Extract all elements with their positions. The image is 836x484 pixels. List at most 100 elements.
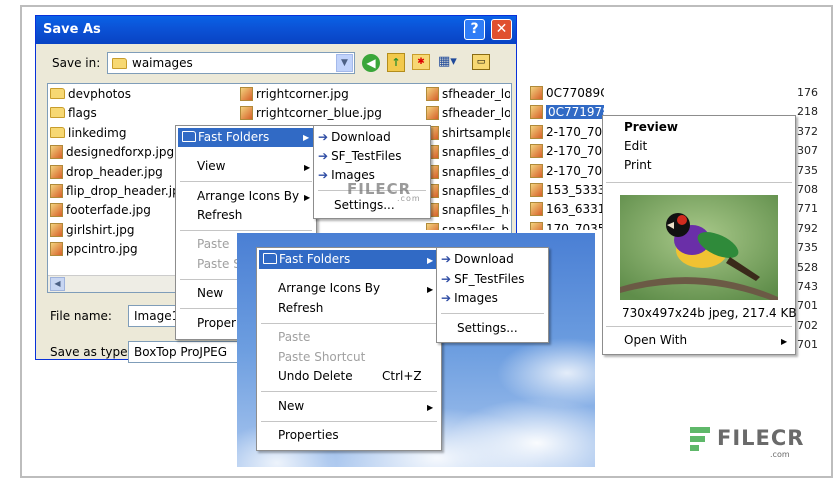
file-list-item[interactable]: snapfiles_he (426, 201, 510, 219)
new-folder-icon[interactable]: ✱ (412, 54, 430, 70)
file-list-item[interactable]: flags (50, 104, 97, 122)
file-list-item[interactable]: devphotos (50, 85, 131, 103)
save-in-label: Save in: (52, 56, 101, 70)
image-file-icon (426, 222, 439, 230)
sub1-sf-testfiles[interactable]: ➔ SF_TestFiles (318, 147, 402, 166)
menu1-properties[interactable]: Proper (197, 314, 236, 333)
file-list-item[interactable]: snapfiles_de (426, 163, 510, 181)
file-list-item[interactable]: designedforxp.jpg (50, 143, 174, 161)
file-list-item[interactable]: sfheader_lo (426, 85, 510, 103)
file-list-item[interactable]: snapfiles_de (426, 182, 510, 200)
sub2-images[interactable]: ➔ Images (441, 289, 498, 308)
menu1-view[interactable]: View (197, 157, 225, 176)
file-list-item[interactable]: drop_header.jpg (50, 163, 163, 181)
file-list-item[interactable]: snapfiles_de (426, 143, 510, 161)
dialog-title-bar[interactable]: Save As ? ✕ (36, 16, 516, 44)
back-icon[interactable]: ◀ (362, 54, 380, 72)
menu2-refresh[interactable]: Refresh (278, 299, 323, 318)
explorer-file-item[interactable]: 170_7035 (530, 220, 604, 230)
file-name: rrightcorner_blue.jpg (256, 106, 382, 121)
file-name: snapfiles_b (442, 222, 509, 230)
file-list-item[interactable]: ppcintro.jpg (50, 240, 138, 258)
menu2-fast-folders[interactable]: Fast Folders (259, 250, 439, 269)
file-size: 176 (797, 86, 818, 99)
file-list-item[interactable]: shirtsample. (426, 124, 510, 142)
menu2-undo-delete[interactable]: Undo Delete (278, 367, 353, 386)
menu-separator (261, 421, 437, 422)
menu2-new[interactable]: New (278, 397, 304, 416)
chevron-down-icon[interactable]: ▼ (336, 54, 353, 72)
preview-menu-print[interactable]: Print (624, 156, 652, 175)
explorer-file-item[interactable]: 2-170_703 (530, 162, 604, 181)
menu2-properties[interactable]: Properties (278, 426, 339, 445)
file-name: drop_header.jpg (66, 164, 163, 179)
sub1-download[interactable]: ➔ Download (318, 128, 391, 147)
file-name: sfheader_lo (442, 87, 510, 101)
help-button[interactable]: ? (464, 19, 485, 40)
file-name: 0C77089C.jpg (546, 86, 604, 100)
menu1-arrange[interactable]: Arrange Icons By (197, 187, 299, 206)
menu2-arrange[interactable]: Arrange Icons By (278, 279, 380, 298)
file-size: 708 (797, 183, 818, 196)
explorer-file-item[interactable]: 153_5333 (530, 181, 604, 200)
menu2-paste: Paste (278, 330, 311, 344)
file-list-item[interactable]: flip_drop_header.jpg (50, 182, 187, 200)
tools-folder-icon[interactable]: ▭ (472, 54, 490, 70)
menu-separator (606, 326, 792, 327)
arrow-right-icon: ➔ (318, 130, 329, 144)
file-list-item[interactable]: sfheader_lo (426, 104, 510, 122)
file-name: 0C771978.jpg (546, 105, 604, 120)
file-list-item[interactable]: linkedimg (50, 124, 126, 142)
menu1-new[interactable]: New (197, 284, 223, 303)
folder-icon (112, 58, 127, 69)
file-size: 701 (797, 338, 818, 352)
up-folder-icon[interactable]: ↑ (387, 53, 405, 72)
file-name: rrightcorner.jpg (256, 87, 349, 101)
submenu-arrow-icon: ▶ (304, 193, 311, 202)
explorer-file-item[interactable]: 0C771978.jpg (530, 103, 604, 122)
sub2-images-label: Images (454, 291, 498, 305)
preview-menu-edit[interactable]: Edit (624, 137, 647, 156)
preview-menu-preview[interactable]: Preview (624, 118, 678, 137)
close-button[interactable]: ✕ (491, 19, 512, 40)
file-name-input[interactable]: Image1 (128, 305, 180, 327)
explorer-file-item[interactable]: 2-170_701 (530, 123, 604, 142)
menu-separator (606, 182, 792, 183)
preview-menu-open-with[interactable]: Open With (624, 331, 687, 350)
folder-icon (50, 88, 65, 99)
file-list-item[interactable]: rrightcorner.jpg (240, 85, 349, 103)
menu1-refresh[interactable]: Refresh (197, 206, 242, 225)
folder-icon (50, 126, 65, 138)
arrow-right-icon: ➔ (441, 252, 452, 266)
scroll-left-icon[interactable]: ◀ (50, 277, 65, 291)
explorer-file-item[interactable]: 2-170_702 (530, 142, 604, 161)
explorer-file-item[interactable]: 163_6331 (530, 200, 604, 219)
sub1-settings[interactable]: Settings... (334, 196, 395, 215)
file-size: 735 (797, 241, 818, 255)
sub2-sf-testfiles[interactable]: ➔ SF_TestFiles (441, 270, 525, 289)
horizontal-scrollbar[interactable]: ◀ (48, 275, 178, 292)
file-list-item[interactable]: girlshirt.jpg (50, 221, 134, 239)
views-menu-icon[interactable]: ▦▾ (438, 54, 464, 70)
watermark-suffix: .com (770, 450, 790, 459)
image-file-icon (50, 242, 63, 257)
submenu-arrow-icon: ▶ (427, 403, 434, 412)
explorer-file-item[interactable]: 0C77089C.jpg (530, 84, 604, 103)
image-file-icon (50, 203, 63, 218)
sub2-download[interactable]: ➔ Download (441, 250, 514, 269)
watermark-brand: FILECR (717, 426, 805, 450)
arrow-right-icon: ➔ (441, 291, 452, 305)
file-list-item[interactable]: footerfade.jpg (50, 201, 151, 219)
save-as-type-select[interactable]: BoxTop ProJPEG (128, 341, 240, 363)
save-in-combo[interactable]: waimages ▼ (107, 52, 355, 74)
file-list-item[interactable]: snapfiles_b (426, 221, 510, 230)
arrow-right-icon: ➔ (441, 272, 452, 286)
sub2-settings[interactable]: Settings... (457, 319, 518, 338)
file-name: devphotos (68, 87, 131, 101)
file-list-item[interactable]: rrightcorner_blue.jpg (240, 104, 382, 122)
save-in-value: waimages (132, 56, 193, 70)
file-name: 153_5333 (546, 183, 604, 197)
image-file-icon (530, 86, 543, 100)
file-name: snapfiles_de (442, 145, 510, 160)
menu1-fast-folders[interactable]: Fast Folders (178, 128, 314, 147)
